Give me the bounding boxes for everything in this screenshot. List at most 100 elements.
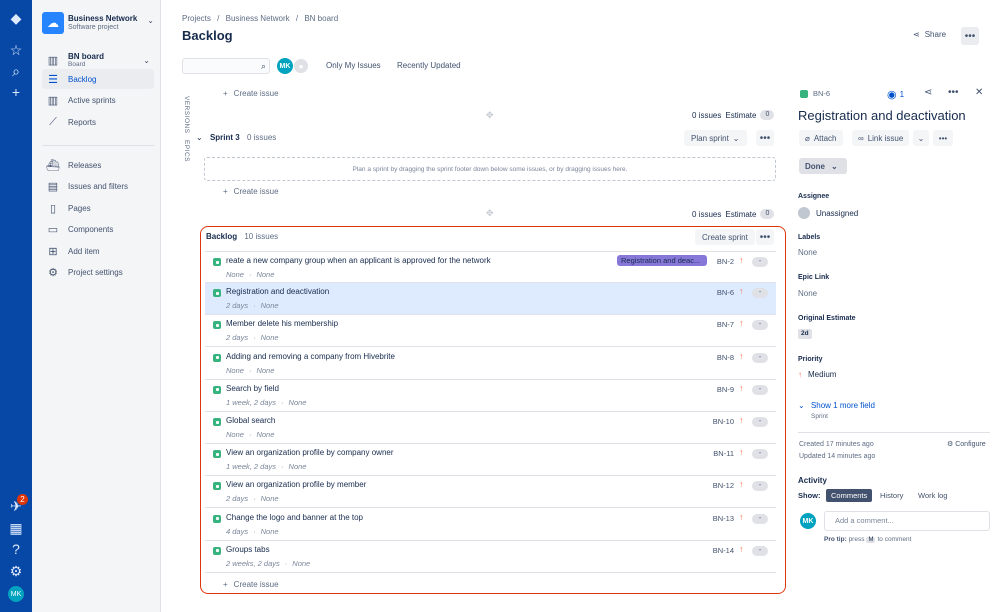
estimate-pill[interactable]: -	[752, 481, 768, 492]
breadcrumb-projects[interactable]: Projects	[182, 14, 211, 23]
watch-button[interactable]: ◉ 1	[887, 88, 904, 101]
detail-title[interactable]: Registration and deactivation	[798, 108, 966, 123]
sidebar-board-switcher[interactable]: ▥ BN board Board ⌄	[42, 49, 154, 71]
epics-tab[interactable]: EPICS	[183, 140, 190, 162]
original-estimate-value[interactable]: 2d	[798, 329, 812, 339]
configure-link[interactable]: ⚙ Configure	[947, 440, 986, 448]
estimate-pill[interactable]: -	[752, 513, 768, 524]
sidebar-item-add-item[interactable]: ⊞ Add item	[42, 241, 154, 261]
filter-avatar[interactable]: MK	[277, 58, 293, 74]
sidebar-item-reports[interactable]: ⟋ Reports	[42, 112, 154, 132]
issue-row[interactable]: Groups tabs 2 weeks, 2 days · None BN-14 ↑ -	[205, 540, 776, 573]
estimate-pill[interactable]: -	[752, 257, 768, 267]
show-more-fields-link[interactable]: ⌄ Show 1 more field	[798, 401, 875, 410]
issue-key[interactable]: BN-14	[690, 546, 734, 555]
issue-row[interactable]: View an organization profile by company …	[205, 444, 776, 477]
status-dropdown[interactable]: Done ⌄	[799, 158, 847, 174]
issue-key[interactable]: BN-11	[690, 449, 734, 458]
issue-key[interactable]: BN-8	[690, 353, 734, 362]
issue-key[interactable]: BN-2	[690, 257, 734, 266]
drag-handle-icon[interactable]: ✥	[486, 208, 494, 219]
close-icon[interactable]: ✕	[975, 87, 983, 98]
search-icon[interactable]: ⌕	[6, 61, 26, 81]
search-input[interactable]: ⌕	[182, 58, 270, 74]
sidebar-item-label: Add item	[68, 246, 100, 256]
assignee-value[interactable]: Unassigned	[798, 207, 858, 219]
detail-issue-key[interactable]: BN-6	[800, 89, 830, 98]
issue-row[interactable]: Search by field 1 week, 2 days · None BN-9 ↑ -	[205, 379, 776, 412]
chevron-down-icon: ⌄	[196, 133, 203, 142]
settings-icon[interactable]: ⚙	[6, 561, 26, 581]
quick-filter-recently-updated[interactable]: Recently Updated	[397, 61, 461, 70]
tab-work-log[interactable]: Work log	[913, 489, 952, 502]
more-actions-button[interactable]: •••	[961, 27, 979, 45]
issue-key[interactable]: BN-9	[690, 385, 734, 394]
detail-actions-button[interactable]: •••	[933, 130, 953, 146]
estimate-pill[interactable]: -	[752, 545, 768, 556]
create-icon[interactable]: +	[6, 82, 26, 102]
backlog-header: Backlog 10 issues	[206, 232, 278, 241]
issue-row[interactable]: View an organization profile by member 2 …	[205, 476, 776, 509]
issue-key[interactable]: BN-10	[690, 417, 734, 426]
share-icon[interactable]: ⋖	[924, 87, 932, 98]
issue-key[interactable]: BN-6	[690, 288, 734, 297]
cloud-icon: ☁	[42, 12, 64, 34]
sprint-more-button[interactable]: •••	[756, 130, 774, 146]
tab-history[interactable]: History	[875, 489, 908, 502]
estimate-pill[interactable]: -	[752, 288, 768, 299]
drag-handle-icon[interactable]: ✥	[486, 110, 494, 121]
estimate-pill[interactable]: -	[752, 417, 768, 427]
sidebar-item-project-settings[interactable]: ⚙ Project settings	[42, 262, 154, 282]
project-switcher[interactable]: ☁ Business Network Software project ⌄	[42, 12, 154, 36]
issue-row[interactable]: Adding and removing a company from Hiveb…	[205, 347, 776, 380]
link-issue-button[interactable]: ∞ Link issue	[852, 130, 910, 146]
help-icon[interactable]: ?	[6, 539, 26, 559]
apps-grid-icon[interactable]: ▦	[6, 518, 26, 538]
create-issue-link[interactable]: + Create issue	[223, 89, 279, 98]
estimate-pill[interactable]: -	[752, 320, 768, 331]
issue-key[interactable]: BN-13	[690, 514, 734, 523]
backlog-more-button[interactable]: •••	[756, 229, 774, 245]
issue-row[interactable]: reate a new company group when an applic…	[205, 251, 776, 283]
estimate-pill[interactable]: -	[752, 352, 768, 363]
sidebar-item-issues-and-filters[interactable]: ▤ Issues and filters	[42, 176, 154, 196]
sidebar-item-components[interactable]: ▭ Components	[42, 219, 154, 239]
user-avatar[interactable]: MK	[8, 586, 24, 602]
estimate-pill[interactable]: -	[752, 384, 768, 395]
labels-value[interactable]: None	[798, 248, 817, 257]
tab-comments[interactable]: Comments	[826, 489, 873, 502]
link-dropdown-button[interactable]: ⌄	[913, 130, 929, 146]
epic-link-value[interactable]: None	[798, 289, 817, 298]
breadcrumb-project[interactable]: Business Network	[226, 14, 290, 23]
detail-more-icon[interactable]: •••	[948, 87, 959, 98]
issue-key[interactable]: BN-7	[690, 320, 734, 329]
sidebar-item-releases[interactable]: ⛴ Releases	[42, 155, 154, 175]
issue-row[interactable]: Registration and deactivation 2 days · None…	[205, 283, 776, 316]
breadcrumb-board[interactable]: BN board	[304, 14, 338, 23]
sprint-drop-zone[interactable]: Plan a sprint by dragging the sprint foo…	[204, 157, 776, 181]
star-icon[interactable]: ☆	[6, 40, 26, 60]
issue-key[interactable]: BN-12	[690, 481, 734, 490]
jira-logo-icon[interactable]: ◆	[6, 8, 26, 28]
quick-filter-only-my-issues[interactable]: Only My Issues	[326, 61, 381, 70]
issue-row[interactable]: Change the logo and banner at the top 4 d…	[205, 508, 776, 541]
estimate-pill[interactable]: -	[752, 449, 768, 460]
issue-row[interactable]: Global search None · None BN-10 ↑ -	[205, 412, 776, 444]
comment-input[interactable]: Add a comment...	[824, 511, 990, 531]
filter-avatar-unassigned[interactable]: ●	[293, 58, 309, 74]
create-issue-link[interactable]: + Create issue	[223, 580, 279, 589]
attach-button[interactable]: ⌀ Attach	[799, 130, 843, 146]
sidebar-item-active-sprints[interactable]: ▥ Active sprints	[42, 90, 154, 110]
create-sprint-button[interactable]: Create sprint	[695, 229, 755, 245]
sidebar-item-backlog[interactable]: ☰ Backlog	[42, 69, 154, 89]
issue-row[interactable]: Member delete his membership 2 days · None B…	[205, 315, 776, 348]
sidebar-item-pages[interactable]: ▯ Pages	[42, 198, 154, 218]
share-button[interactable]: ⋖ Share	[913, 30, 946, 39]
create-issue-link[interactable]: + Create issue	[223, 187, 279, 196]
versions-tab[interactable]: VERSIONS	[183, 96, 190, 134]
plan-sprint-button[interactable]: Plan sprint ⌄	[684, 130, 747, 146]
issue-sprint: None	[292, 558, 311, 568]
issue-summary: Search by field	[226, 383, 279, 393]
sprint-header[interactable]: ⌄ Sprint 3 0 issues	[196, 133, 276, 142]
priority-value[interactable]: ↑ Medium	[798, 370, 836, 379]
